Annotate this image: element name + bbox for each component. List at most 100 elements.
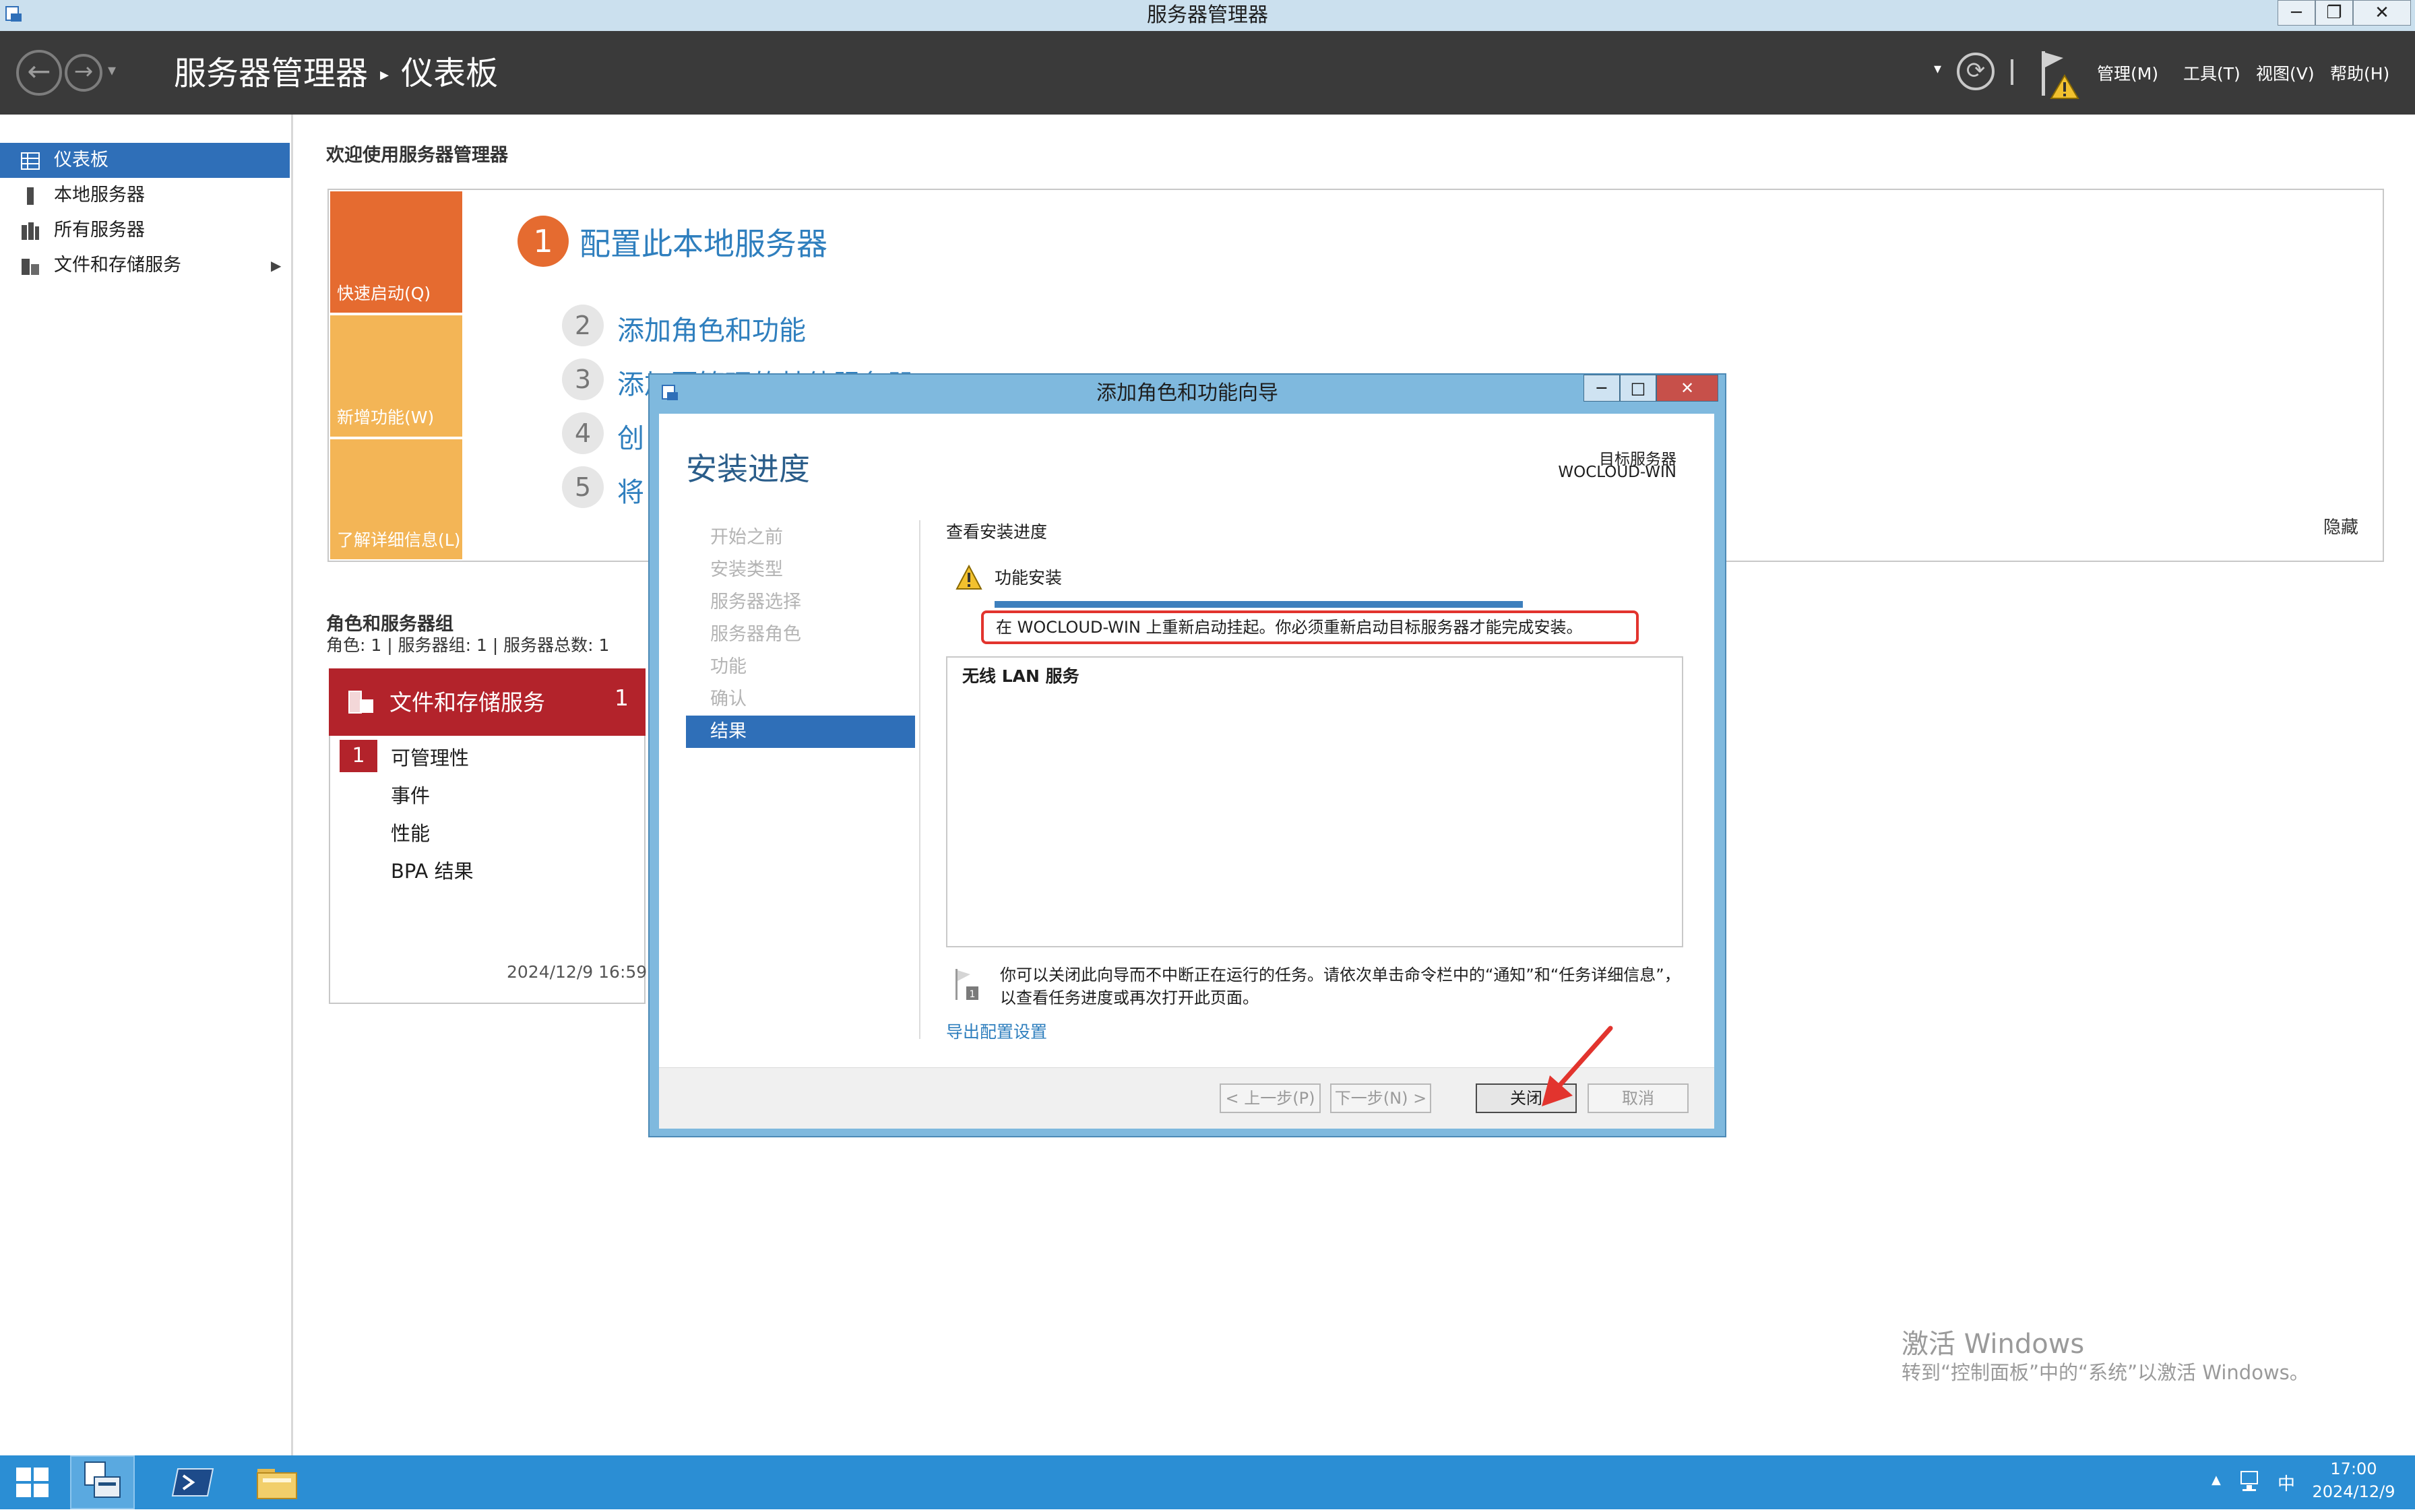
history-dropdown-icon[interactable]: ▾ [108, 61, 116, 80]
refresh-icon[interactable]: ⟳ [1957, 53, 1995, 90]
next-button[interactable]: 下一步(N) > [1330, 1083, 1431, 1113]
tile-row-manageability[interactable]: 可管理性 [391, 743, 469, 771]
server-manager-taskbar-icon [84, 1461, 121, 1498]
wizard-minimize-button[interactable]: ─ [1583, 375, 1620, 402]
wizard-close-button[interactable]: ✕ [1656, 375, 1718, 402]
start-button[interactable] [0, 1455, 65, 1509]
activation-watermark-title: 激活 Windows [1902, 1329, 2085, 1360]
ime-indicator[interactable]: 中 [2278, 1470, 2295, 1495]
header-divider [2011, 59, 2013, 85]
menu-tools[interactable]: 工具(T) [2183, 61, 2240, 88]
wizard-step-server-roles: 服务器角色 [710, 624, 801, 645]
hide-quick-start-link[interactable]: 隐藏 [2323, 513, 2358, 538]
role-tile-count: 1 [615, 685, 629, 711]
window-minimize-button[interactable]: ─ [2278, 0, 2315, 26]
tab-learn-more[interactable]: 了解详细信息(L) [330, 439, 462, 559]
window-close-button[interactable]: ✕ [2353, 0, 2411, 26]
window-restore-button[interactable]: ❐ [2315, 0, 2353, 26]
wizard-heading: 安装进度 [686, 451, 810, 487]
wizard-step-confirmation: 确认 [710, 689, 747, 710]
taskbar [0, 1455, 2415, 1509]
sidebar-item-file-storage[interactable]: 文件和存储服务 ▶ [0, 248, 290, 283]
breadcrumb-page: 仪表板 [401, 55, 499, 92]
tab-whats-new[interactable]: 新增功能(W) [330, 315, 462, 437]
back-arrow-icon[interactable]: ← [16, 50, 62, 96]
servers-icon [22, 222, 39, 240]
section-label: 查看安装进度 [946, 522, 1048, 542]
close-wizard-info-text: 你可以关闭此向导而不中断正在运行的任务。请依次单击命令栏中的“通知”和“任务详细… [1000, 966, 1681, 1007]
powershell-icon [171, 1468, 214, 1497]
clock-time[interactable]: 17:00 [2303, 1459, 2404, 1478]
sidebar-item-dashboard[interactable]: 仪表板 [0, 143, 290, 178]
step-2-link[interactable]: 添加角色和功能 [617, 309, 806, 348]
taskbar-file-explorer[interactable] [244, 1455, 309, 1509]
target-server-value: WOCLOUD-WIN [1558, 464, 1676, 481]
menu-manage[interactable]: 管理(M) [2097, 61, 2158, 88]
taskbar-powershell[interactable] [160, 1455, 225, 1509]
roles-summary: 角色: 1 | 服务器组: 1 | 服务器总数: 1 [326, 635, 610, 655]
tile-row-bpa-results[interactable]: BPA 结果 [391, 856, 474, 884]
step-4-number: 4 [562, 412, 604, 454]
role-tile-timestamp: 2024/12/9 16:59 [507, 962, 648, 982]
wizard-step-server-selection: 服务器选择 [710, 592, 801, 612]
tray-expand-icon[interactable]: ▲ [2212, 1473, 2221, 1487]
step-2-number: 2 [562, 305, 604, 346]
tile-row-events[interactable]: 事件 [391, 780, 430, 809]
storage-icon [22, 259, 39, 275]
step-1-link[interactable]: 配置此本地服务器 [579, 220, 827, 264]
network-icon[interactable] [2238, 1469, 2263, 1493]
results-list[interactable] [946, 656, 1683, 947]
role-tile-name[interactable]: 文件和存储服务 [389, 685, 545, 717]
wizard-title[interactable]: 添加角色和功能向导 [648, 376, 1726, 411]
windows-logo-icon [16, 1468, 49, 1497]
file-storage-icon [348, 691, 373, 714]
feature-install-label: 功能安装 [995, 568, 1063, 588]
wizard-maximize-button[interactable]: □ [1620, 375, 1656, 402]
sidebar-item-label: 所有服务器 [54, 220, 145, 241]
refresh-dropdown-icon[interactable]: ▾ [1934, 61, 1941, 77]
step-5-number: 5 [562, 466, 604, 508]
install-progress-fill [995, 601, 1523, 608]
server-icon [27, 187, 34, 205]
wizard-nav-divider [919, 520, 920, 1039]
red-pointer-arrow-icon [1542, 1026, 1613, 1106]
sidebar [0, 115, 293, 1455]
wizard-step-install-type: 安装类型 [710, 559, 783, 580]
step-5-link[interactable]: 将 [617, 470, 644, 509]
taskbar-server-manager[interactable] [70, 1455, 135, 1509]
warning-icon [955, 565, 982, 590]
menu-help[interactable]: 帮助(H) [2330, 61, 2389, 88]
sidebar-item-local-server[interactable]: 本地服务器 [0, 178, 290, 213]
notification-flag-icon[interactable] [2036, 49, 2081, 100]
results-item-wireless-lan: 无线 LAN 服务 [962, 666, 1079, 686]
clock-date[interactable]: 2024/12/9 [2303, 1482, 2404, 1501]
activation-watermark-subtitle: 转到“控制面板”中的“系统”以激活 Windows。 [1902, 1361, 2309, 1384]
breadcrumb-app[interactable]: 服务器管理器 [174, 55, 368, 92]
tab-label: 新增功能(W) [337, 408, 435, 427]
folder-icon [257, 1469, 297, 1499]
step-3-number: 3 [562, 358, 604, 400]
dashboard-icon [21, 152, 40, 170]
forward-arrow-icon[interactable]: → [65, 54, 102, 92]
tab-quick-start[interactable]: 快速启动(Q) [330, 191, 462, 313]
notification-flag-info-icon: 1 [955, 969, 978, 1000]
step-4-link[interactable]: 创 [617, 416, 644, 455]
expand-chevron-icon[interactable]: ▶ [271, 248, 281, 283]
step-1-number: 1 [518, 216, 569, 267]
sidebar-item-all-servers[interactable]: 所有服务器 [0, 213, 290, 248]
manageability-alert-badge: 1 [340, 740, 377, 772]
wizard-step-features: 功能 [710, 656, 747, 677]
breadcrumb-separator: ▸ [380, 65, 389, 85]
tile-row-performance[interactable]: 性能 [391, 818, 430, 846]
sidebar-item-label: 仪表板 [54, 150, 108, 170]
previous-button[interactable]: < 上一步(P) [1220, 1083, 1321, 1113]
wizard-step-results[interactable]: 结果 [686, 716, 915, 748]
sidebar-item-label: 本地服务器 [54, 185, 145, 206]
window-title: 服务器管理器 [1147, 3, 1268, 27]
menu-view[interactable]: 视图(V) [2256, 61, 2315, 88]
breadcrumb: 服务器管理器 ▸ 仪表板 [174, 50, 498, 97]
export-config-link[interactable]: 导出配置设置 [946, 1019, 1047, 1043]
svg-text:1: 1 [970, 989, 976, 1000]
wizard-step-before-you-begin: 开始之前 [710, 527, 783, 548]
tab-label: 快速启动(Q) [337, 284, 431, 303]
